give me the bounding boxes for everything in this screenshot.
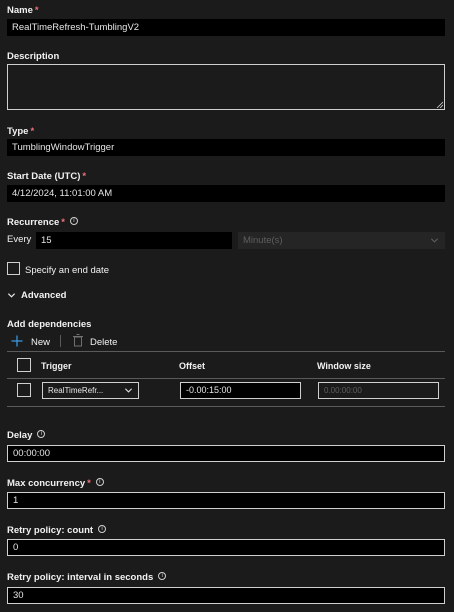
name-input[interactable]: RealTimeRefresh-TumblingV2 [7,19,445,36]
info-icon[interactable]: i [37,430,46,438]
retry-interval-input[interactable]: 30 [7,587,445,604]
retry-interval-label: Retry policy: interval in seconds i [7,572,167,583]
toolbar-divider [60,335,61,347]
max-concurrency-label: Max concurrency * i [7,478,104,489]
info-icon[interactable]: i [69,217,78,225]
table-bottom-border [7,406,445,407]
required-marker: * [30,126,35,137]
column-header-window-size: Window size [317,361,371,371]
delay-input[interactable]: 00:00:00 [7,445,445,462]
delete-label: Delete [90,337,118,348]
trash-icon [73,334,83,347]
name-label: Name * [7,5,39,16]
type-label: Type * [7,126,35,137]
required-marker: * [87,478,91,489]
table-top-border [7,351,445,352]
advanced-toggle[interactable]: Advanced [21,290,66,301]
required-marker: * [34,5,39,16]
recurrence-unit-dropdown[interactable]: Minute(s) [238,232,445,249]
trigger-dropdown-value: RealTimeRefr... [48,386,104,395]
chevron-down-icon [124,388,133,393]
column-header-offset: Offset [179,361,206,371]
info-icon[interactable]: i [158,572,167,580]
resize-grip-icon[interactable] [436,101,443,108]
required-marker: * [61,217,65,228]
type-field: TumblingWindowTrigger [7,139,445,156]
row-checkbox[interactable] [17,383,31,397]
window-size-input[interactable]: 0.00:00:00 [318,382,439,399]
max-concurrency-input[interactable]: 1 [7,492,445,509]
end-date-label: Specify an end date [25,265,109,276]
retry-count-label: Retry policy: count i [7,525,107,536]
required-marker: * [82,171,87,182]
description-textarea[interactable] [7,64,445,110]
new-label: New [31,337,51,348]
every-input[interactable]: 15 [36,232,232,249]
start-date-label: Start Date (UTC) * [7,171,87,182]
recurrence-label: Recurrence * i [7,217,78,228]
chevron-down-icon [430,238,439,243]
column-header-trigger: Trigger [41,361,72,371]
table-header-border [7,378,445,379]
select-all-checkbox[interactable] [17,358,31,372]
plus-icon [11,335,23,347]
end-date-checkbox[interactable] [7,262,20,275]
info-icon[interactable]: i [98,525,107,533]
chevron-down-icon[interactable] [7,291,16,300]
start-date-input[interactable]: 4/12/2024, 11:01:00 AM [7,185,445,202]
offset-input[interactable]: -0.00:15:00 [180,382,301,399]
add-dependencies-label: Add dependencies [7,319,92,330]
recurrence-unit-placeholder: Minute(s) [243,235,283,246]
trigger-dropdown[interactable]: RealTimeRefr... [42,382,139,399]
info-icon[interactable]: i [95,478,104,486]
every-label: Every [7,234,32,245]
description-label: Description [7,51,60,62]
retry-count-input[interactable]: 0 [7,539,445,556]
delay-label: Delay i [7,430,46,441]
